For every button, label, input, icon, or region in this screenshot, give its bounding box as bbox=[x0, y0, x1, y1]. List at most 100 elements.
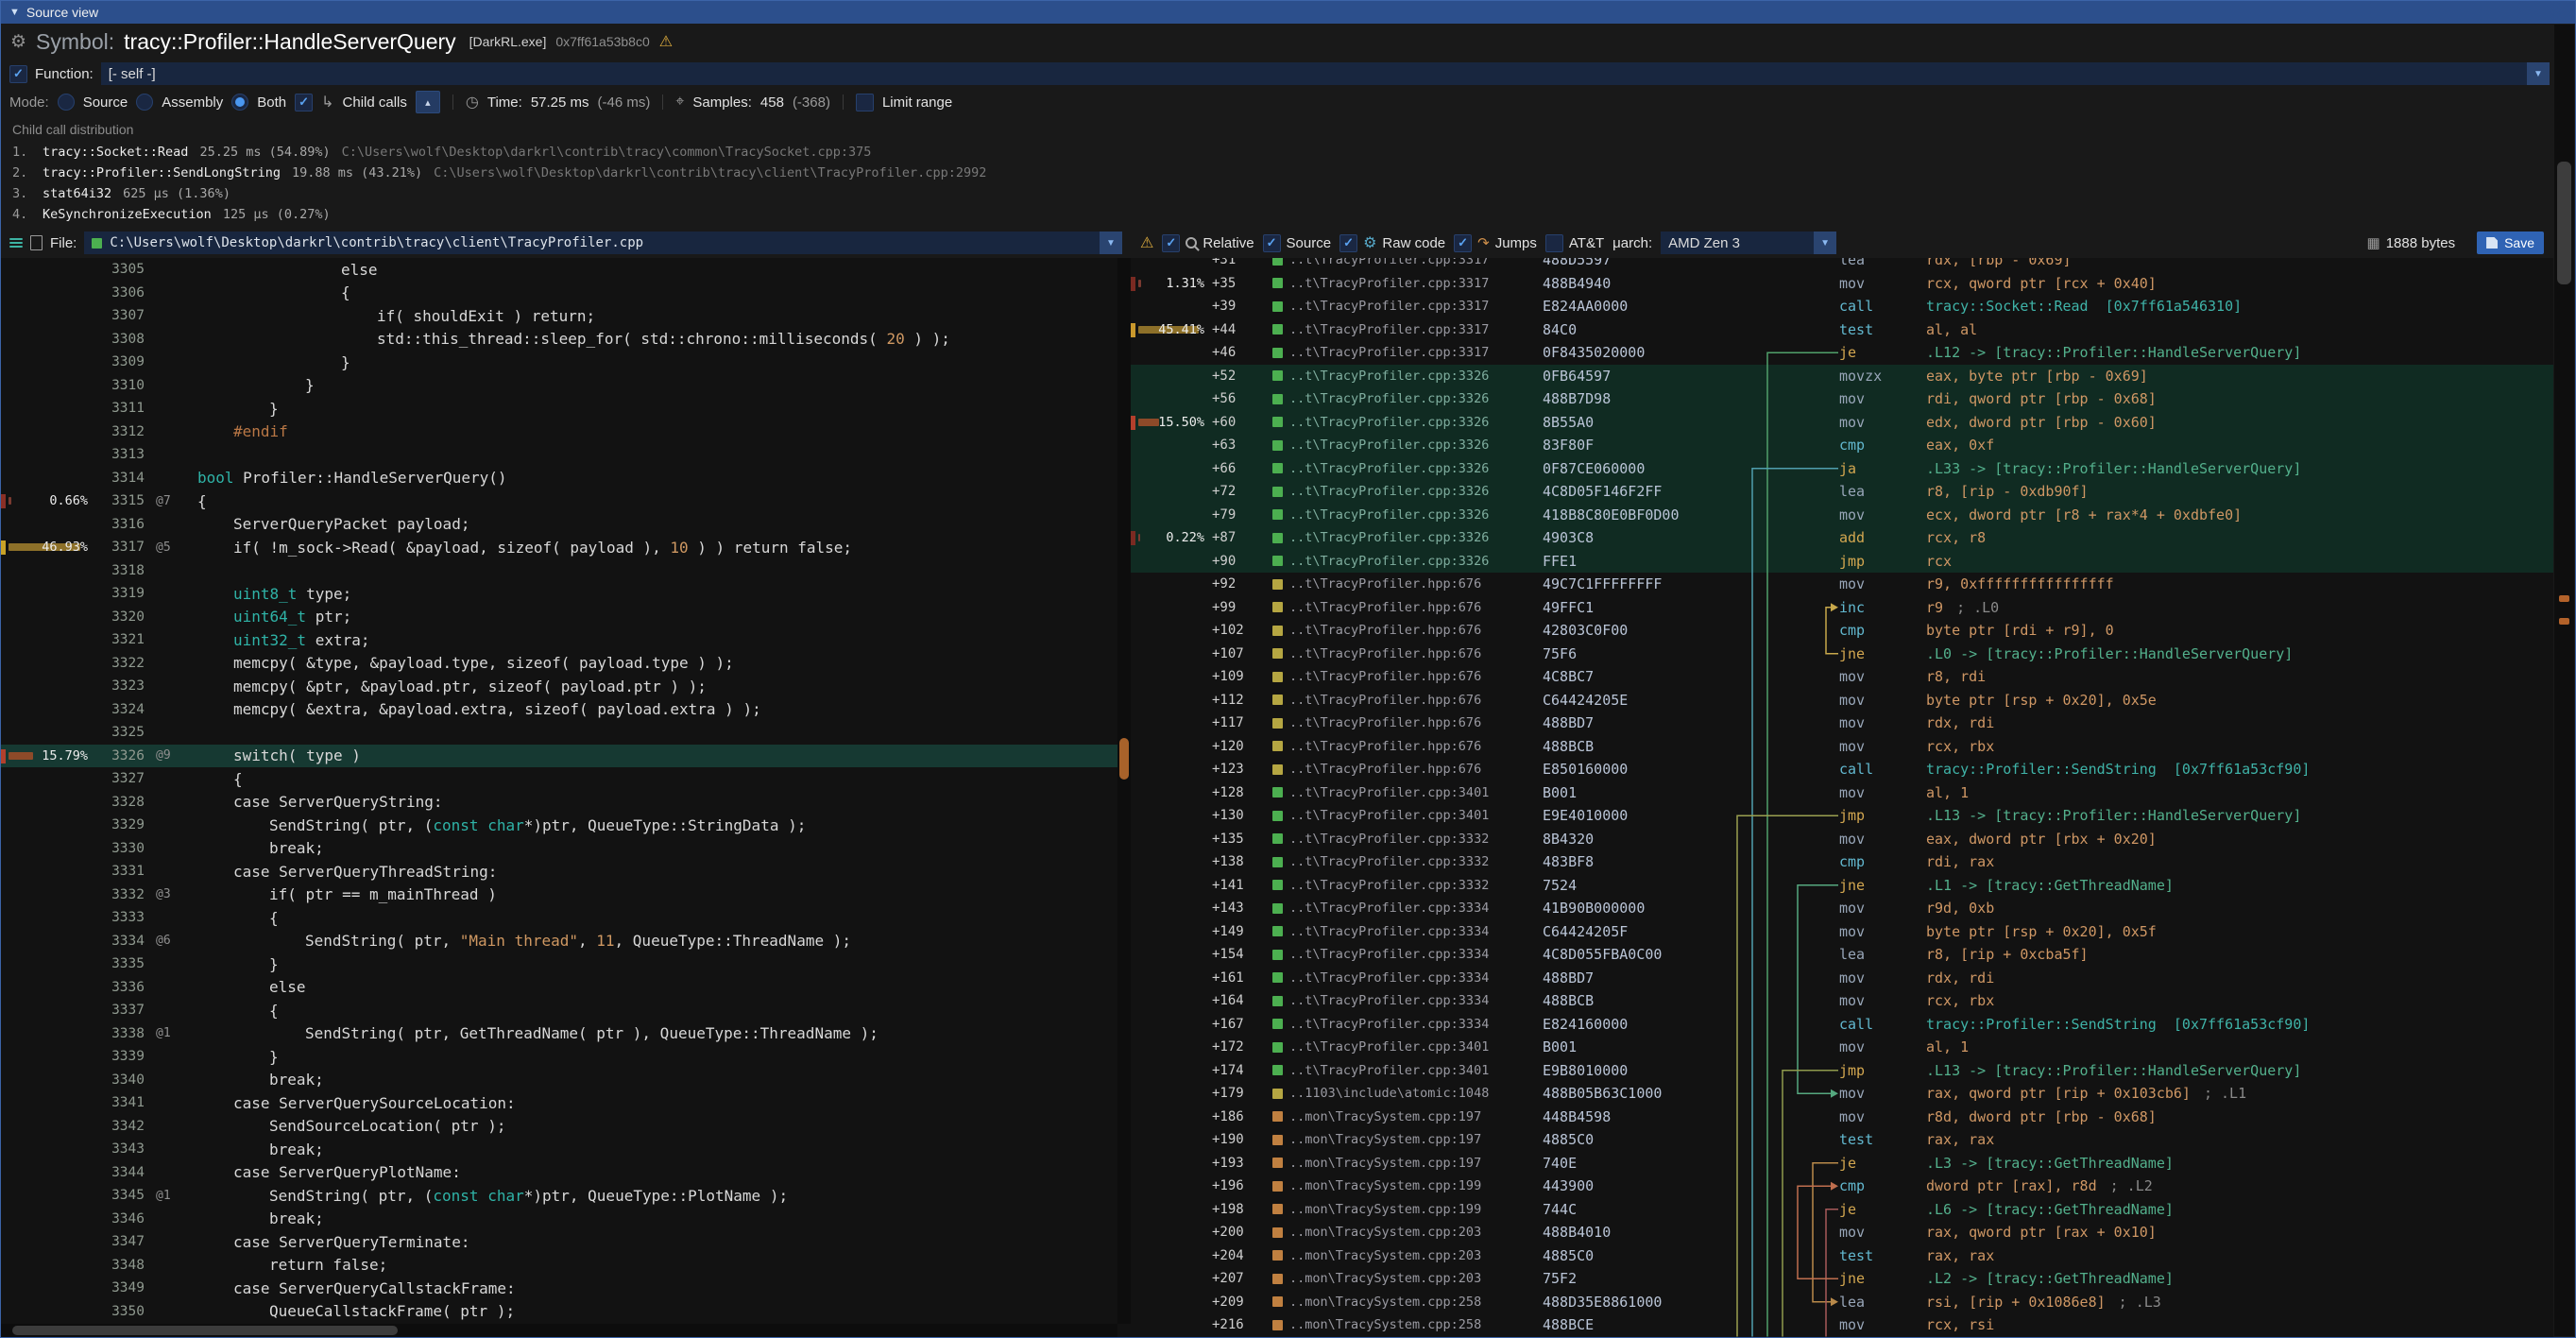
jumps-checkbox[interactable]: ✓ bbox=[1454, 234, 1472, 252]
asm-row[interactable]: 0.22%+87..t\TracyProfiler.cpp:33264903C8… bbox=[1131, 526, 2553, 550]
asm-row[interactable]: +63..t\TracyProfiler.cpp:332683F80Fcmpea… bbox=[1131, 434, 2553, 457]
source-line[interactable]: 3330break; bbox=[1, 837, 1117, 861]
asm-row[interactable]: +66..t\TracyProfiler.cpp:33260F87CE06000… bbox=[1131, 457, 2553, 481]
window-scrollbar-thumb[interactable] bbox=[2557, 162, 2571, 284]
asm-row[interactable]: +193..mon\TracySystem.cpp:197740Eje.L3 -… bbox=[1131, 1152, 2553, 1175]
asm-row[interactable]: +141..t\TracyProfiler.cpp:33327524jne.L1… bbox=[1131, 874, 2553, 898]
asm-row[interactable]: +179..1103\include\atomic:1048488B05B63C… bbox=[1131, 1082, 2553, 1106]
asm-row[interactable]: +128..t\TracyProfiler.cpp:3401B001moval,… bbox=[1131, 781, 2553, 805]
source-line[interactable]: 3343break; bbox=[1, 1138, 1117, 1161]
asm-row[interactable]: +120..t\TracyProfiler.hpp:676488BCBmovrc… bbox=[1131, 735, 2553, 759]
function-select[interactable]: [- self -] ▼ bbox=[101, 62, 2550, 85]
source-line[interactable]: 3334@6SendString( ptr, "Main thread", 11… bbox=[1, 930, 1117, 953]
asm-row[interactable]: +135..t\TracyProfiler.cpp:33328B4320move… bbox=[1131, 828, 2553, 851]
asm-row[interactable]: +149..t\TracyProfiler.cpp:3334C64424205F… bbox=[1131, 920, 2553, 944]
source-line[interactable]: 3322memcpy( &type, &payload.type, sizeof… bbox=[1, 652, 1117, 676]
source-line[interactable]: 3331case ServerQueryThreadString: bbox=[1, 860, 1117, 883]
asm-source-label[interactable]: Source bbox=[1287, 235, 1332, 251]
source-line[interactable]: 3333{ bbox=[1, 906, 1117, 930]
jumps-label[interactable]: Jumps bbox=[1495, 235, 1537, 251]
asm-row[interactable]: 15.50%+60..t\TracyProfiler.cpp:33268B55A… bbox=[1131, 411, 2553, 435]
asm-row[interactable]: +207..mon\TracySystem.cpp:20375F2jne.L2 … bbox=[1131, 1267, 2553, 1291]
save-button[interactable]: Save bbox=[2477, 232, 2544, 254]
source-line[interactable]: 15.79%3326@9switch( type ) bbox=[1, 745, 1117, 768]
uarch-select[interactable]: AMD Zen 3 ▼ bbox=[1661, 232, 1836, 254]
source-line[interactable]: 3342SendSourceLocation( ptr ); bbox=[1, 1115, 1117, 1139]
source-line[interactable]: 3306{ bbox=[1, 282, 1117, 305]
radio-both[interactable] bbox=[231, 94, 248, 111]
radio-assembly-label[interactable]: Assembly bbox=[162, 94, 223, 111]
source-line[interactable]: 3313 bbox=[1, 443, 1117, 467]
asm-row[interactable]: +90..t\TracyProfiler.cpp:3326FFE1jmprcx bbox=[1131, 550, 2553, 574]
source-line[interactable]: 3338@1SendString( ptr, GetThreadName( pt… bbox=[1, 1022, 1117, 1046]
asm-row[interactable]: +172..t\TracyProfiler.cpp:3401B001moval,… bbox=[1131, 1036, 2553, 1059]
source-vertical-scrollbar[interactable] bbox=[1117, 258, 1131, 1324]
function-checkbox[interactable]: ✓ bbox=[9, 65, 27, 83]
source-line[interactable]: 3308std::this_thread::sleep_for( std::ch… bbox=[1, 328, 1117, 352]
asm-row[interactable]: +107..t\TracyProfiler.hpp:67675F6jne.L0 … bbox=[1131, 643, 2553, 666]
radio-source-label[interactable]: Source bbox=[83, 94, 128, 111]
chevron-down-icon[interactable]: ▼ bbox=[1814, 232, 1836, 254]
asm-row[interactable]: +143..t\TracyProfiler.cpp:333441B90B0000… bbox=[1131, 897, 2553, 920]
source-line[interactable]: 3339} bbox=[1, 1045, 1117, 1069]
asm-row[interactable]: +198..mon\TracySystem.cpp:199744Cje.L6 -… bbox=[1131, 1198, 2553, 1222]
source-line[interactable]: 3320uint64_t ptr; bbox=[1, 606, 1117, 629]
asm-row[interactable]: +92..t\TracyProfiler.hpp:67649C7C1FFFFFF… bbox=[1131, 573, 2553, 596]
source-line[interactable]: 3347case ServerQueryTerminate: bbox=[1, 1230, 1117, 1254]
collapse-arrow-icon[interactable]: ▼ bbox=[9, 7, 20, 18]
source-line[interactable]: 3335} bbox=[1, 952, 1117, 976]
source-vertical-scrollbar-thumb[interactable] bbox=[1119, 738, 1129, 780]
asm-row[interactable]: +138..t\TracyProfiler.cpp:3332483BF8cmpr… bbox=[1131, 850, 2553, 874]
asm-row[interactable]: +204..mon\TracySystem.cpp:2034885C0testr… bbox=[1131, 1244, 2553, 1268]
att-checkbox[interactable]: ✓ bbox=[1545, 234, 1563, 252]
asm-row[interactable]: 45.41%+44..t\TracyProfiler.cpp:331784C0t… bbox=[1131, 318, 2553, 342]
asm-row[interactable]: +102..t\TracyProfiler.hpp:67642803C0F00c… bbox=[1131, 619, 2553, 643]
source-line[interactable]: 3323memcpy( &ptr, &payload.ptr, sizeof( … bbox=[1, 675, 1117, 698]
source-line[interactable]: 3324memcpy( &extra, &payload.extra, size… bbox=[1, 698, 1117, 722]
asm-row[interactable]: +112..t\TracyProfiler.hpp:676C64424205Em… bbox=[1131, 689, 2553, 712]
child-call-item[interactable]: 1.tracy::Socket::Read25.25 ms (54.89%)C:… bbox=[12, 142, 2564, 163]
source-horizontal-scrollbar[interactable] bbox=[1, 1324, 1117, 1337]
child-calls-checkbox[interactable]: ✓ bbox=[295, 94, 313, 112]
source-line[interactable]: 3307if( shouldExit ) return; bbox=[1, 304, 1117, 328]
asm-row[interactable]: 1.31%+35..t\TracyProfiler.cpp:3317488B49… bbox=[1131, 272, 2553, 296]
source-line[interactable]: 3329SendString( ptr, (const char*)ptr, Q… bbox=[1, 814, 1117, 837]
source-line[interactable]: 3350QueueCallstackFrame( ptr ); bbox=[1, 1300, 1117, 1324]
source-line[interactable]: 3314bool Profiler::HandleServerQuery() bbox=[1, 467, 1117, 490]
source-line[interactable]: 3312#endif bbox=[1, 420, 1117, 444]
expand-child-calls-button[interactable]: ▴ bbox=[416, 91, 440, 113]
asm-row[interactable]: +200..mon\TracySystem.cpp:203488B4010mov… bbox=[1131, 1221, 2553, 1244]
child-call-item[interactable]: 2.tracy::Profiler::SendLongString19.88 m… bbox=[12, 163, 2564, 183]
asm-row[interactable]: +39..t\TracyProfiler.cpp:3317E824AA0000c… bbox=[1131, 295, 2553, 318]
relative-label[interactable]: Relative bbox=[1203, 235, 1254, 251]
source-line[interactable]: 3337{ bbox=[1, 999, 1117, 1022]
asm-row[interactable]: +72..t\TracyProfiler.cpp:33264C8D05F146F… bbox=[1131, 480, 2553, 504]
asm-row[interactable]: +209..mon\TracySystem.cpp:258488D35E8861… bbox=[1131, 1291, 2553, 1314]
asm-row[interactable]: +99..t\TracyProfiler.hpp:67649FFC1incr9;… bbox=[1131, 596, 2553, 620]
asm-row[interactable]: +31..t\TracyProfiler.cpp:3317488D5597lea… bbox=[1131, 258, 2553, 272]
source-line[interactable]: 3327{ bbox=[1, 767, 1117, 791]
file-select[interactable]: C:\Users\wolf\Desktop\darkrl\contrib\tra… bbox=[84, 232, 1122, 254]
source-line[interactable]: 3345@1SendString( ptr, (const char*)ptr,… bbox=[1, 1184, 1117, 1208]
source-line[interactable]: 3346break; bbox=[1, 1208, 1117, 1231]
relative-checkbox[interactable]: ✓ bbox=[1162, 234, 1180, 252]
asm-row[interactable]: +46..t\TracyProfiler.cpp:33170F843502000… bbox=[1131, 341, 2553, 365]
source-line[interactable]: 3311} bbox=[1, 397, 1117, 420]
asm-row[interactable]: +109..t\TracyProfiler.hpp:6764C8BC7movr8… bbox=[1131, 665, 2553, 689]
asm-row[interactable]: +190..mon\TracySystem.cpp:1974885C0testr… bbox=[1131, 1128, 2553, 1152]
child-call-item[interactable]: 3.stat64i32625 μs (1.36%) bbox=[12, 183, 2564, 204]
att-label[interactable]: AT&T bbox=[1569, 235, 1604, 251]
limit-range-label[interactable]: Limit range bbox=[882, 94, 952, 111]
asm-row[interactable]: +164..t\TracyProfiler.cpp:3334488BCBmovr… bbox=[1131, 989, 2553, 1013]
raw-code-label[interactable]: Raw code bbox=[1382, 235, 1445, 251]
source-line[interactable]: 3349case ServerQueryCallstackFrame: bbox=[1, 1277, 1117, 1300]
asm-row[interactable]: +186..mon\TracySystem.cpp:197448B4598mov… bbox=[1131, 1106, 2553, 1129]
source-line[interactable]: 3336else bbox=[1, 976, 1117, 1000]
source-line[interactable]: 46.93%3317@5if( !m_sock->Read( &payload,… bbox=[1, 536, 1117, 559]
asm-source-checkbox[interactable]: ✓ bbox=[1263, 234, 1281, 252]
asm-row[interactable]: +154..t\TracyProfiler.cpp:33344C8D055FBA… bbox=[1131, 943, 2553, 967]
child-call-item[interactable]: 4.KeSynchronizeExecution125 μs (0.27%) bbox=[12, 204, 2564, 225]
radio-assembly[interactable] bbox=[136, 94, 153, 111]
chevron-down-icon[interactable]: ▼ bbox=[1100, 232, 1122, 254]
source-horizontal-scrollbar-thumb[interactable] bbox=[12, 1326, 398, 1335]
